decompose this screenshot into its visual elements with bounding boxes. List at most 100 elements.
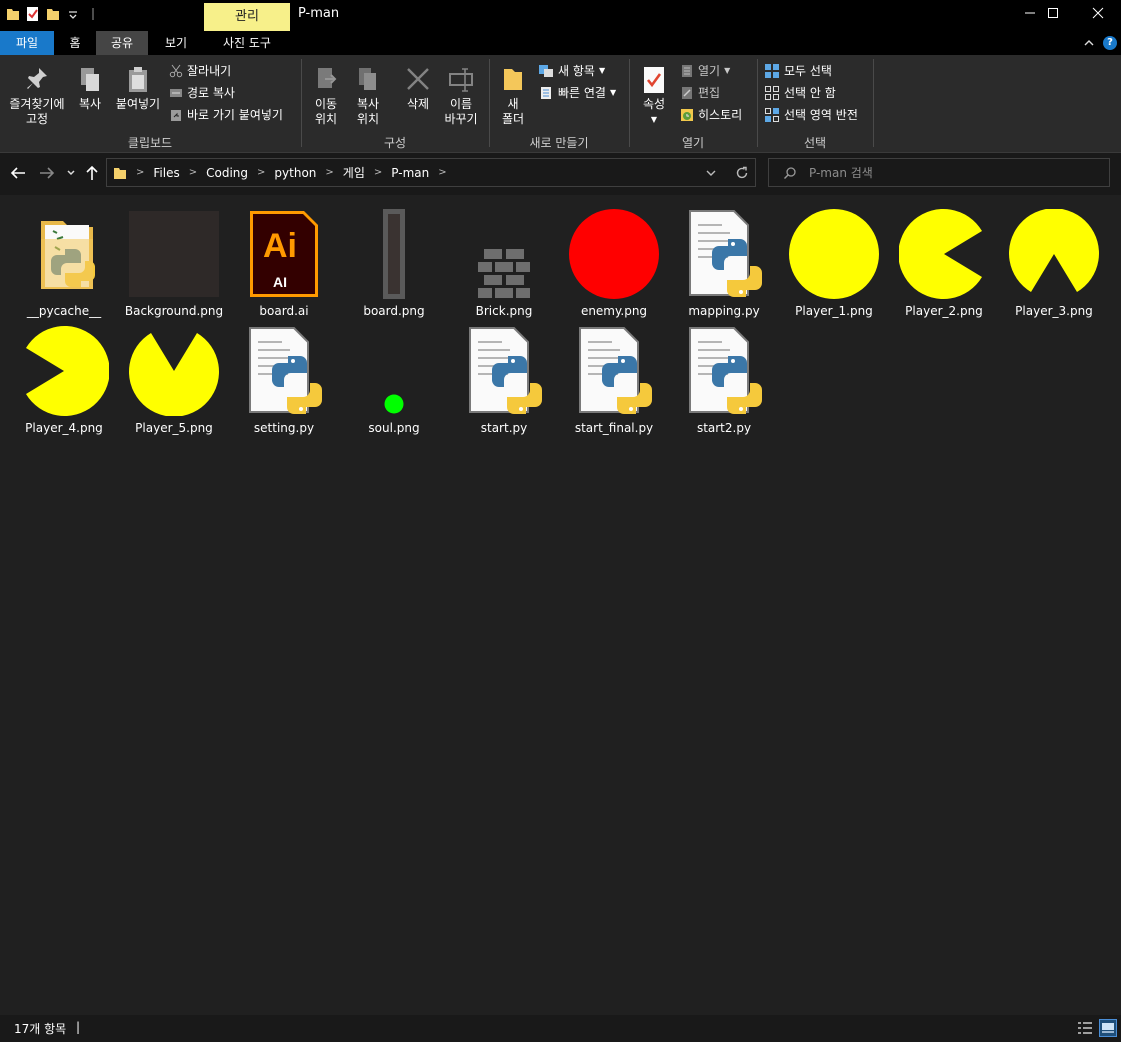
select-none-button[interactable]: 선택 안 함	[764, 84, 836, 101]
up-arrow-icon[interactable]	[85, 165, 99, 181]
file-thumbnail	[899, 209, 989, 299]
new-item-button[interactable]: 새 항목 ▼	[538, 62, 605, 79]
file-item[interactable]: Player_4.png	[11, 318, 117, 435]
easy-access-button[interactable]: 빠른 연결 ▼	[538, 84, 616, 101]
file-item[interactable]: Player_3.png	[1001, 201, 1107, 318]
file-item[interactable]: Player_2.png	[891, 201, 997, 318]
new-folder-icon[interactable]	[46, 6, 60, 22]
breadcrumb-python[interactable]: python	[274, 166, 316, 180]
delete-x-icon	[407, 68, 429, 90]
close-button[interactable]	[1075, 0, 1121, 31]
breadcrumb-p-man[interactable]: P-man	[391, 166, 429, 180]
file-item[interactable]: board.png	[341, 201, 447, 318]
file-item[interactable]: Player_5.png	[121, 318, 227, 435]
file-thumbnail: Ai AI	[239, 209, 329, 299]
collapse-ribbon-icon[interactable]	[1083, 38, 1095, 48]
breadcrumb-coding[interactable]: Coding	[206, 166, 248, 180]
file-item[interactable]: start.py	[451, 318, 557, 435]
move-to-button[interactable]: 이동 위치	[306, 65, 346, 127]
history-button[interactable]: 히스토리	[680, 106, 742, 123]
file-item[interactable]: Player_1.png	[781, 201, 887, 318]
breadcrumb-chevron-icon[interactable]: >	[325, 167, 333, 178]
dark-image-preview	[129, 211, 219, 297]
select-all-button[interactable]: 모두 선택	[764, 62, 832, 79]
copy-button[interactable]: 복사	[70, 65, 110, 112]
file-thumbnail	[1009, 209, 1099, 299]
address-bar[interactable]: > Files > Coding > python > 게임 > P-man >	[106, 158, 756, 187]
file-thumbnail	[239, 326, 329, 416]
pin-to-quick-access-button[interactable]: 즐겨찾기에 고정	[6, 65, 68, 127]
file-thumbnail	[19, 209, 109, 299]
ribbon-separator	[873, 59, 874, 147]
breadcrumb-chevron-icon[interactable]: >	[374, 167, 382, 178]
breadcrumb-chevron-icon[interactable]: >	[189, 167, 197, 178]
maximize-button[interactable]	[1030, 0, 1076, 31]
window-title: P-man	[298, 6, 340, 21]
file-thumbnail	[129, 209, 219, 299]
file-item[interactable]: mapping.py	[671, 201, 777, 318]
tab-home[interactable]: 홈	[54, 31, 96, 55]
file-thumbnail	[569, 209, 659, 299]
manage-context-tab[interactable]: 관리	[204, 3, 290, 31]
move-to-label2: 위치	[314, 112, 338, 126]
file-item[interactable]: setting.py	[231, 318, 337, 435]
file-thumbnail	[19, 326, 109, 416]
breadcrumb-chevron-icon[interactable]: >	[136, 167, 144, 178]
file-thumbnail	[789, 209, 879, 299]
file-name: Player_3.png	[1015, 304, 1093, 318]
copy-path-button[interactable]: 경로 복사	[169, 84, 235, 101]
illustrator-file-icon: Ai AI	[250, 211, 318, 297]
refresh-icon[interactable]	[735, 166, 749, 180]
search-input[interactable]	[809, 163, 1099, 183]
breadcrumb-game[interactable]: 게임	[343, 164, 365, 181]
select-none-icon	[765, 85, 779, 100]
cut-button[interactable]: 잘라내기	[169, 62, 231, 79]
new-group-label: 새로 만들기	[529, 136, 589, 150]
python-file-icon	[249, 327, 322, 414]
rename-button[interactable]: 이름 바꾸기	[440, 65, 482, 127]
breadcrumb-chevron-icon[interactable]: >	[257, 167, 265, 178]
invert-selection-button[interactable]: 선택 영역 반전	[764, 106, 858, 123]
file-item[interactable]: Background.png	[121, 201, 227, 318]
new-folder-button[interactable]: 새 폴더	[494, 65, 532, 127]
help-icon[interactable]: ?	[1103, 36, 1117, 50]
properties-button[interactable]: 속성 ▼	[636, 65, 672, 127]
address-history-chevron-icon[interactable]	[705, 169, 717, 177]
breadcrumb-files[interactable]: Files	[153, 166, 179, 180]
edit-button[interactable]: 편집	[680, 84, 720, 101]
search-box[interactable]	[768, 158, 1110, 187]
paste-button[interactable]: 붙여넣기	[112, 65, 164, 112]
pacman-mouth-up-preview	[129, 333, 219, 416]
tab-share[interactable]: 공유	[96, 31, 148, 55]
properties-check-icon[interactable]	[26, 6, 40, 22]
details-view-icon[interactable]	[1076, 1019, 1094, 1037]
large-icons-view-icon[interactable]	[1099, 1019, 1117, 1037]
customize-chevron-icon[interactable]	[66, 6, 80, 22]
green-dot-preview	[384, 394, 404, 414]
open-dropdown-icon: ▼	[724, 66, 731, 75]
copy-to-button[interactable]: 복사 위치	[348, 65, 388, 127]
folder-icon[interactable]	[6, 6, 20, 22]
file-item[interactable]: Brick.png	[451, 201, 557, 318]
forward-arrow-icon[interactable]	[39, 166, 55, 180]
python-file-icon	[689, 210, 762, 297]
clipboard-group-label: 클립보드	[127, 136, 173, 150]
breadcrumb-chevron-icon[interactable]: >	[438, 167, 446, 178]
file-item[interactable]: Ai AI board.ai	[231, 201, 337, 318]
delete-button[interactable]: 삭제	[397, 65, 439, 112]
properties-label: 속성	[642, 97, 666, 111]
file-item[interactable]: soul.png	[341, 318, 447, 435]
recent-locations-chevron-icon[interactable]	[66, 169, 76, 177]
file-item[interactable]: start2.py	[671, 318, 777, 435]
rename-label1: 이름	[449, 97, 473, 111]
paste-shortcut-button[interactable]: 바로 가기 붙여넣기	[169, 106, 283, 123]
tab-picture-tools[interactable]: 사진 도구	[204, 31, 290, 55]
rename-label2: 바꾸기	[444, 112, 478, 126]
file-item[interactable]: enemy.png	[561, 201, 667, 318]
open-button[interactable]: 열기 ▼	[680, 62, 730, 79]
tab-view[interactable]: 보기	[148, 31, 204, 55]
file-name: __pycache__	[26, 304, 102, 318]
file-item[interactable]: start_final.py	[561, 318, 667, 435]
file-item[interactable]: __pycache__	[11, 201, 117, 318]
back-arrow-icon[interactable]	[10, 166, 26, 180]
